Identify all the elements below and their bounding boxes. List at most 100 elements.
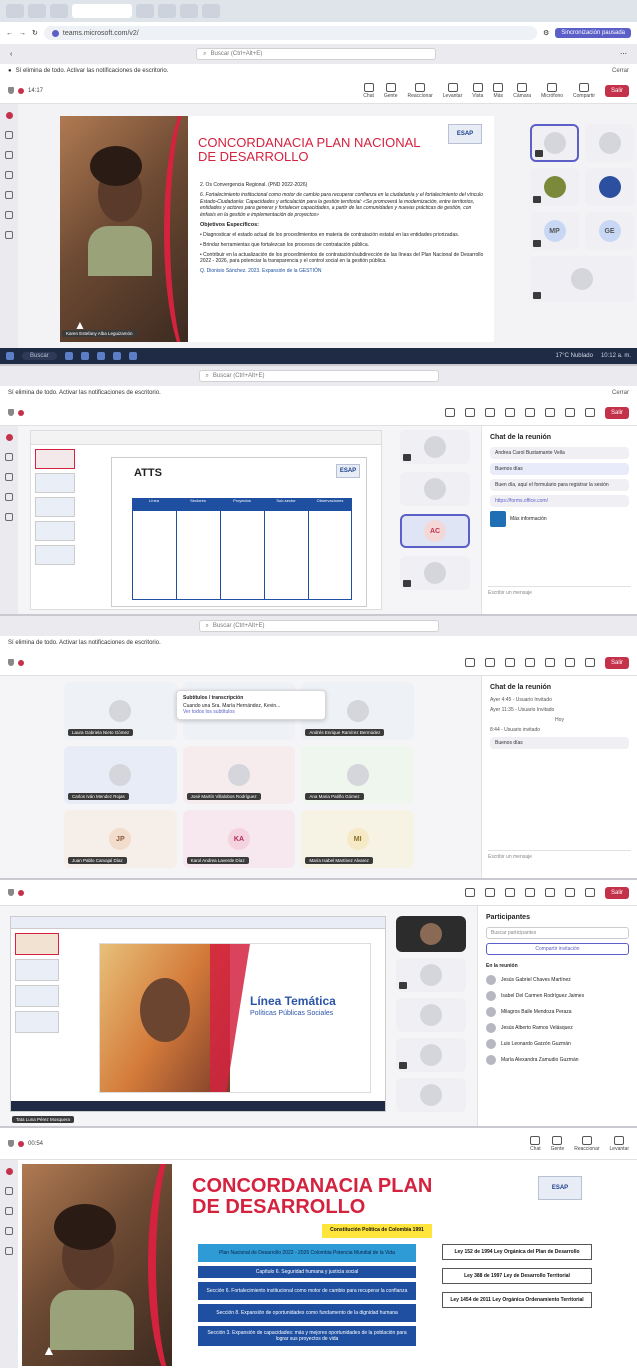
view-button[interactable] <box>524 888 535 897</box>
notification-close-button[interactable]: Cerrar <box>612 68 629 74</box>
activity-icon[interactable] <box>5 112 13 119</box>
taskbar-app-icon[interactable] <box>64 352 73 360</box>
camera-button[interactable] <box>544 408 555 417</box>
video-tile[interactable]: Ana Maria Patiño Gómez <box>301 746 414 804</box>
raise-hand-button[interactable]: Levantar <box>610 1135 629 1152</box>
participant-tile[interactable] <box>530 168 579 206</box>
browser-tab[interactable] <box>6 4 24 18</box>
slide-thumbnail[interactable] <box>15 985 59 1007</box>
participant-tile[interactable] <box>396 916 466 952</box>
slide-thumbnail[interactable] <box>35 473 75 493</box>
slide-thumbnail[interactable] <box>35 521 75 541</box>
browser-tab[interactable] <box>158 4 176 18</box>
leave-button[interactable]: Salir <box>604 656 629 669</box>
teams-rail-icon[interactable] <box>5 1207 13 1215</box>
mic-button[interactable] <box>564 408 575 417</box>
calls-icon[interactable] <box>5 513 13 521</box>
people-button[interactable]: Gente <box>551 1135 564 1152</box>
slide-thumbnail[interactable] <box>35 545 75 565</box>
activity-icon[interactable] <box>5 1168 13 1175</box>
chat-compose-box[interactable]: Escribir un mensaje <box>488 586 631 608</box>
taskbar-app-icon[interactable] <box>96 352 105 360</box>
participant-row[interactable]: Milagros Balle Mendoza Peraza <box>486 1007 629 1017</box>
taskbar-search[interactable]: Buscar <box>22 352 57 360</box>
slide-thumbnail[interactable] <box>15 933 59 955</box>
camera-button[interactable]: Cámara <box>513 82 531 99</box>
slide-thumbnail[interactable] <box>15 1011 59 1033</box>
video-tile[interactable]: José Martín Villalobos Rodríguez <box>182 746 296 804</box>
browser-tab[interactable] <box>180 4 198 18</box>
browser-tab[interactable] <box>50 4 68 18</box>
participant-tile[interactable] <box>400 472 470 506</box>
chat-rail-icon[interactable] <box>5 1187 13 1195</box>
share-button[interactable] <box>584 408 595 417</box>
leave-button[interactable]: Salir <box>604 84 629 97</box>
raise-hand-button[interactable]: Levantar <box>443 82 462 99</box>
chat-button[interactable]: Chat <box>363 82 374 99</box>
apps-icon[interactable] <box>5 231 13 239</box>
more-button[interactable]: Más <box>493 82 504 99</box>
browser-tab[interactable] <box>136 4 154 18</box>
video-tile[interactable]: KA Karol Andrea Laverde Díaz <box>182 810 296 868</box>
participant-tile[interactable] <box>396 958 466 992</box>
chat-button[interactable] <box>464 658 475 667</box>
slide-thumbnail[interactable] <box>35 449 75 469</box>
teams-rail-icon[interactable] <box>5 473 13 481</box>
participant-tile[interactable] <box>530 256 634 302</box>
chat-button[interactable]: Chat <box>530 1135 541 1152</box>
participant-row[interactable]: Luis Leonardo Garzón Guzmán <box>486 1039 629 1049</box>
chat-compose-box[interactable]: Escribir un mensaje <box>488 850 631 872</box>
participant-tile[interactable]: MP <box>530 212 579 250</box>
leave-button[interactable]: Salir <box>604 886 629 899</box>
react-button[interactable] <box>504 888 515 897</box>
calls-icon[interactable] <box>5 191 13 199</box>
popup-link[interactable]: Ver todos los subtítulos <box>183 709 319 715</box>
view-button[interactable]: Vista <box>472 82 483 99</box>
camera-button[interactable] <box>544 888 555 897</box>
mic-button[interactable]: Micrófono <box>541 82 563 99</box>
participant-tile[interactable] <box>585 168 634 206</box>
video-tile[interactable]: MI María Isabel Martínez Alvarez <box>301 810 414 868</box>
teams-search-input[interactable]: ⌕ Buscar (Ctrl+Alt+E) <box>198 370 439 382</box>
mic-button[interactable] <box>564 888 575 897</box>
teams-search-input[interactable]: ⌕ Buscar (Ctrl+Alt+E) <box>196 48 437 60</box>
video-tile[interactable]: Laura Gabriela Nieto Gómez <box>64 682 177 740</box>
slide-thumbnail[interactable] <box>35 497 75 517</box>
taskbar-app-icon[interactable] <box>128 352 137 360</box>
participant-row[interactable]: María Alexandra Zamudio Guzmán <box>486 1055 629 1065</box>
participant-tile[interactable] <box>396 998 466 1032</box>
in-meeting-section-header[interactable]: En la reunión <box>486 963 629 969</box>
clock[interactable]: 10:12 a. m. <box>601 353 631 359</box>
participant-tile[interactable]: GE <box>585 212 634 250</box>
teams-search-input[interactable]: ⌕ Buscar (Ctrl+Alt+E) <box>198 620 439 632</box>
chat-rail-icon[interactable] <box>5 131 13 139</box>
calls-icon[interactable] <box>5 1247 13 1255</box>
browser-tab-active[interactable] <box>72 4 132 18</box>
activity-icon[interactable] <box>5 434 13 441</box>
teams-rail-icon[interactable] <box>5 151 13 159</box>
profile-sync-button[interactable]: Sincronización pausada <box>555 28 631 38</box>
participant-tile[interactable] <box>400 430 470 464</box>
react-button[interactable] <box>484 408 495 417</box>
chat-button[interactable] <box>464 888 475 897</box>
teams-back-icon[interactable]: ‹ <box>10 51 12 58</box>
weather-widget[interactable]: 17°C Nublado <box>556 353 593 359</box>
participant-tile[interactable]: AC <box>400 514 470 548</box>
raise-hand-button[interactable] <box>504 408 515 417</box>
react-button[interactable]: Reaccionar <box>407 82 433 99</box>
file-card[interactable]: Más información <box>490 511 629 527</box>
more-options-icon[interactable]: ⋯ <box>620 50 627 58</box>
slide-thumbnail[interactable] <box>15 959 59 981</box>
chat-button[interactable] <box>444 408 455 417</box>
extensions-icon[interactable]: ⚙ <box>543 29 549 37</box>
people-button[interactable] <box>484 658 495 667</box>
people-button[interactable]: Gente <box>384 82 397 99</box>
participant-tile[interactable] <box>585 124 634 162</box>
participant-tile[interactable] <box>396 1078 466 1112</box>
react-button[interactable]: Reaccionar <box>574 1135 600 1152</box>
share-button[interactable]: Compartir <box>573 82 595 99</box>
notification-close-button[interactable]: Cerrar <box>612 390 629 396</box>
windows-start-icon[interactable] <box>6 352 14 360</box>
camera-button[interactable] <box>544 658 555 667</box>
chat-rail-icon[interactable] <box>5 453 13 461</box>
